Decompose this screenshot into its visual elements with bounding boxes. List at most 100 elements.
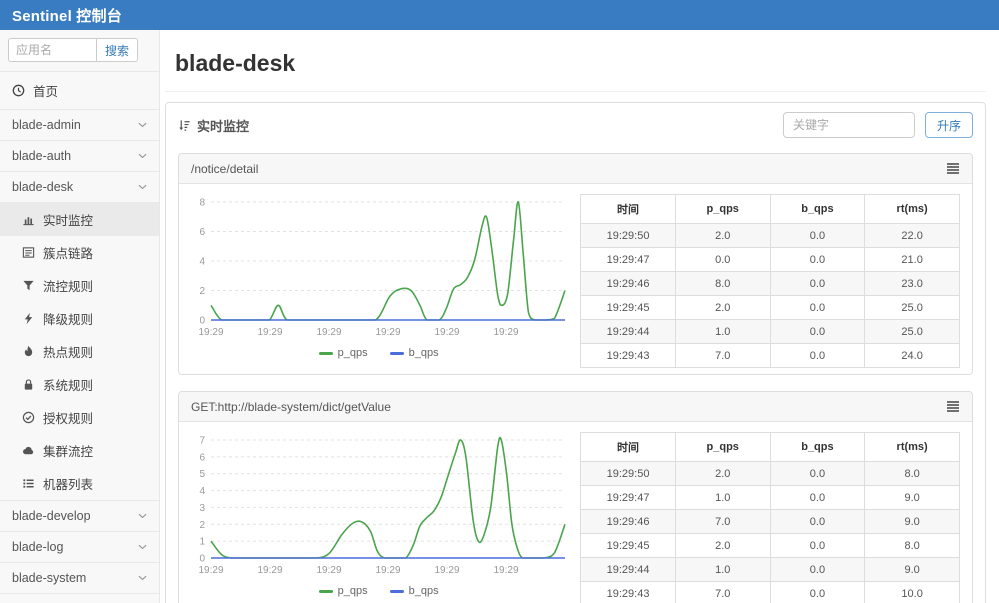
sidebar-group-blade-admin[interactable]: blade-admin (0, 110, 159, 141)
sidebar-item-authority-rules[interactable]: 授权规则 (0, 401, 159, 434)
svg-text:19:29: 19:29 (316, 565, 341, 576)
table-cell: 19:29:43 (581, 344, 676, 368)
main-content: blade-desk 实时监控 升序 /notice/detail (160, 30, 999, 603)
filter-icon (22, 279, 35, 292)
table-row: 19:29:452.00.025.0 (581, 296, 960, 320)
table-cell: 2.0 (675, 224, 770, 248)
sidebar-group-blade-system[interactable]: blade-system (0, 563, 159, 594)
table-cell: 7.0 (675, 510, 770, 534)
sidebar-item-machine-list[interactable]: 机器列表 (0, 467, 159, 500)
sidebar-item-label: 首页 (33, 81, 58, 100)
svg-text:4: 4 (199, 486, 205, 497)
svg-text:7: 7 (199, 436, 205, 447)
svg-text:0: 0 (199, 316, 205, 327)
title-divider (165, 91, 986, 92)
sidebar-item-label: 机器列表 (43, 474, 93, 493)
sidebar-item-system-rules[interactable]: 系统规则 (0, 368, 159, 401)
hamburger-menu-icon[interactable] (946, 163, 960, 174)
table-header-row: 时间p_qpsb_qpsrt(ms) (581, 433, 960, 462)
table-cell: 9.0 (865, 558, 960, 582)
table-cell: 19:29:43 (581, 582, 676, 603)
svg-text:5: 5 (199, 469, 205, 480)
table-header-cell: 时间 (581, 195, 676, 224)
app-search-input[interactable] (8, 38, 96, 62)
top-header-bar: Sentinel 控制台 (0, 0, 999, 30)
blade-desk-submenu: 实时监控 簇点链路 流控规则 降级规则 (0, 203, 159, 501)
sidebar-item-label: 流控规则 (43, 276, 93, 295)
svg-text:19:29: 19:29 (198, 565, 223, 576)
svg-text:19:29: 19:29 (316, 327, 341, 338)
sidebar-group-blade-auth[interactable]: blade-auth (0, 141, 159, 172)
sort-amount-icon (178, 119, 191, 132)
sidebar-group-blade-develop[interactable]: blade-develop (0, 501, 159, 532)
table-cell: 0.0 (770, 582, 865, 603)
svg-text:2: 2 (199, 520, 205, 531)
sidebar: 搜索 首页 blade-admin blade-auth blade-desk (0, 30, 160, 603)
legend-label: b_qps (409, 585, 439, 597)
page-title: blade-desk (175, 50, 986, 77)
panel-title: 实时监控 (197, 116, 249, 135)
list-panel-icon (22, 246, 35, 259)
qps-chart: 0246819:2919:2919:2919:2919:2919:29 p_qp… (183, 190, 574, 368)
table-cell: 10.0 (865, 582, 960, 603)
hamburger-menu-icon[interactable] (946, 401, 960, 412)
b-qps-swatch-icon (390, 590, 404, 593)
table-cell: 19:29:47 (581, 248, 676, 272)
sidebar-item-label: 簇点链路 (43, 243, 93, 262)
table-cell: 25.0 (865, 320, 960, 344)
svg-text:19:29: 19:29 (434, 565, 459, 576)
sidebar-item-label: 实时监控 (43, 210, 93, 229)
app-search-button[interactable]: 搜索 (96, 38, 138, 62)
resource-card-body: 0123456719:2919:2919:2919:2919:2919:29 p… (179, 422, 972, 603)
app-search-group: 搜索 (0, 30, 159, 72)
sidebar-group-blade-log[interactable]: blade-log (0, 532, 159, 563)
svg-text:6: 6 (199, 452, 205, 463)
bar-chart-icon (22, 213, 35, 226)
sidebar-group-label: blade-admin (12, 118, 81, 132)
table-row: 19:29:471.00.09.0 (581, 486, 960, 510)
svg-text:19:29: 19:29 (257, 565, 282, 576)
table-header-cell: p_qps (675, 195, 770, 224)
keyword-input[interactable] (783, 112, 915, 138)
list-icon (22, 477, 35, 490)
sidebar-group-label: blade-system (12, 571, 86, 585)
legend-item-b-qps: b_qps (390, 347, 439, 359)
sidebar-item-degrade-rules[interactable]: 降级规则 (0, 302, 159, 335)
p-qps-swatch-icon (319, 590, 333, 593)
app-title: Sentinel 控制台 (12, 5, 122, 26)
chart-legend: p_qps b_qps (183, 585, 574, 597)
sidebar-group-blade-desk[interactable]: blade-desk (0, 172, 159, 203)
sidebar-item-label: 授权规则 (43, 408, 93, 427)
chevron-down-icon (138, 153, 147, 159)
table-cell: 19:29:47 (581, 486, 676, 510)
table-cell: 7.0 (675, 344, 770, 368)
table-cell: 19:29:46 (581, 272, 676, 296)
sidebar-item-label: 降级规则 (43, 309, 93, 328)
qps-table: 时间p_qpsb_qpsrt(ms)19:29:502.00.08.019:29… (580, 432, 960, 603)
table-cell: 21.0 (865, 248, 960, 272)
sidebar-item-home[interactable]: 首页 (0, 72, 159, 110)
table-row: 19:29:502.00.08.0 (581, 462, 960, 486)
sort-ascending-button[interactable]: 升序 (925, 112, 973, 138)
table-cell: 19:29:44 (581, 320, 676, 344)
table-row: 19:29:502.00.022.0 (581, 224, 960, 248)
legend-label: p_qps (338, 585, 368, 597)
table-cell: 1.0 (675, 320, 770, 344)
lock-icon (22, 378, 35, 391)
sidebar-item-flow-rules[interactable]: 流控规则 (0, 269, 159, 302)
b-qps-swatch-icon (390, 352, 404, 355)
table-cell: 19:29:50 (581, 462, 676, 486)
sidebar-group-blade-user[interactable]: blade-user (0, 594, 159, 603)
table-cell: 0.0 (675, 248, 770, 272)
table-cell: 0.0 (770, 248, 865, 272)
table-cell: 8.0 (865, 462, 960, 486)
chevron-down-icon (138, 575, 147, 581)
qps-table-wrap: 时间p_qpsb_qpsrt(ms)19:29:502.00.022.019:2… (574, 190, 964, 368)
sidebar-item-cluster-link[interactable]: 簇点链路 (0, 236, 159, 269)
svg-text:1: 1 (199, 537, 205, 548)
resource-card-dict-getvalue: GET:http://blade-system/dict/getValue 01… (178, 391, 973, 603)
sidebar-item-cluster-flow[interactable]: 集群流控 (0, 434, 159, 467)
sidebar-item-hotspot-rules[interactable]: 热点规则 (0, 335, 159, 368)
sidebar-group-label: blade-auth (12, 149, 71, 163)
sidebar-item-realtime-monitor[interactable]: 实时监控 (0, 203, 159, 236)
